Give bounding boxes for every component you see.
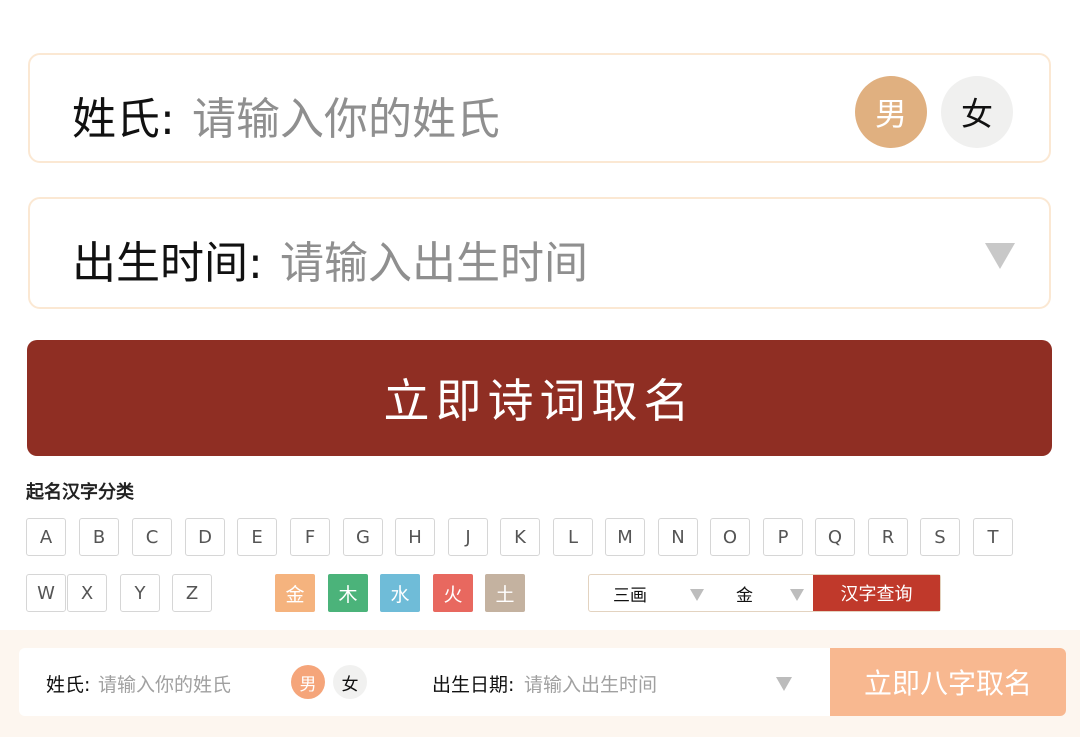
letter-key-k[interactable]: K xyxy=(500,518,540,556)
letter-key-q[interactable]: Q xyxy=(815,518,855,556)
letter-key-n[interactable]: N xyxy=(658,518,698,556)
letter-key-x[interactable]: X xyxy=(67,574,107,612)
letter-key-a[interactable]: A xyxy=(26,518,66,556)
element-water-button[interactable]: 水 xyxy=(380,574,420,612)
female-button[interactable]: 女 xyxy=(941,76,1013,148)
surname-card: 姓氏: 请输入你的姓氏 男 女 xyxy=(28,53,1051,163)
letter-key-s[interactable]: S xyxy=(920,518,960,556)
letter-key-e[interactable]: E xyxy=(237,518,277,556)
letter-key-d[interactable]: D xyxy=(185,518,225,556)
element-fire-button[interactable]: 火 xyxy=(433,574,473,612)
birth-time-input[interactable]: 请输入出生时间 xyxy=(280,227,588,291)
letter-key-y[interactable]: Y xyxy=(120,574,160,612)
bottom-date-input[interactable]: 请输入出生时间 xyxy=(524,670,657,697)
birth-time-label: 出生时间: xyxy=(72,238,263,289)
stroke-count-select[interactable]: 三画 xyxy=(613,575,647,611)
letter-key-w[interactable]: W xyxy=(26,574,66,612)
bottom-male-button[interactable]: 男 xyxy=(291,665,325,699)
surname-input[interactable]: 请输入你的姓氏 xyxy=(192,83,500,147)
bottom-date-label: 出生日期: xyxy=(432,674,515,696)
letter-key-j[interactable]: J xyxy=(448,518,488,556)
bottom-surname-input[interactable]: 请输入你的姓氏 xyxy=(98,670,231,697)
surname-label: 姓氏: xyxy=(72,94,175,145)
element-earth-button[interactable]: 土 xyxy=(485,574,525,612)
letter-key-h[interactable]: H xyxy=(395,518,435,556)
character-query-box: 三画 金 汉字查询 xyxy=(588,574,941,612)
letter-key-m[interactable]: M xyxy=(605,518,645,556)
stroke-dropdown-arrow-icon[interactable] xyxy=(690,589,704,601)
letter-key-p[interactable]: P xyxy=(763,518,803,556)
letter-key-t[interactable]: T xyxy=(973,518,1013,556)
character-query-button[interactable]: 汉字查询 xyxy=(813,575,940,611)
bottom-dropdown-arrow-icon[interactable] xyxy=(776,677,792,691)
letter-key-g[interactable]: G xyxy=(343,518,383,556)
bottom-surname-label: 姓氏: xyxy=(46,674,91,696)
element-dropdown-arrow-icon[interactable] xyxy=(790,589,804,601)
letter-key-f[interactable]: F xyxy=(290,518,330,556)
bottom-form: 姓氏: 请输入你的姓氏 男 女 出生日期: 请输入出生时间 立即八字取名 xyxy=(19,648,1066,716)
letter-key-r[interactable]: R xyxy=(868,518,908,556)
letter-key-l[interactable]: L xyxy=(553,518,593,556)
element-wood-button[interactable]: 木 xyxy=(328,574,368,612)
poetry-naming-button[interactable]: 立即诗词取名 xyxy=(27,340,1052,456)
section-title: 起名汉字分类 xyxy=(26,482,134,503)
birth-time-card[interactable]: 出生时间: 请输入出生时间 xyxy=(28,197,1051,309)
letter-key-c[interactable]: C xyxy=(132,518,172,556)
element-metal-button[interactable]: 金 xyxy=(275,574,315,612)
bazi-naming-button[interactable]: 立即八字取名 xyxy=(830,648,1066,716)
dropdown-arrow-icon[interactable] xyxy=(985,243,1015,269)
letter-key-z[interactable]: Z xyxy=(172,574,212,612)
bottom-female-button[interactable]: 女 xyxy=(333,665,367,699)
letter-key-o[interactable]: O xyxy=(710,518,750,556)
male-button[interactable]: 男 xyxy=(855,76,927,148)
element-select[interactable]: 金 xyxy=(736,575,753,611)
letter-key-b[interactable]: B xyxy=(79,518,119,556)
